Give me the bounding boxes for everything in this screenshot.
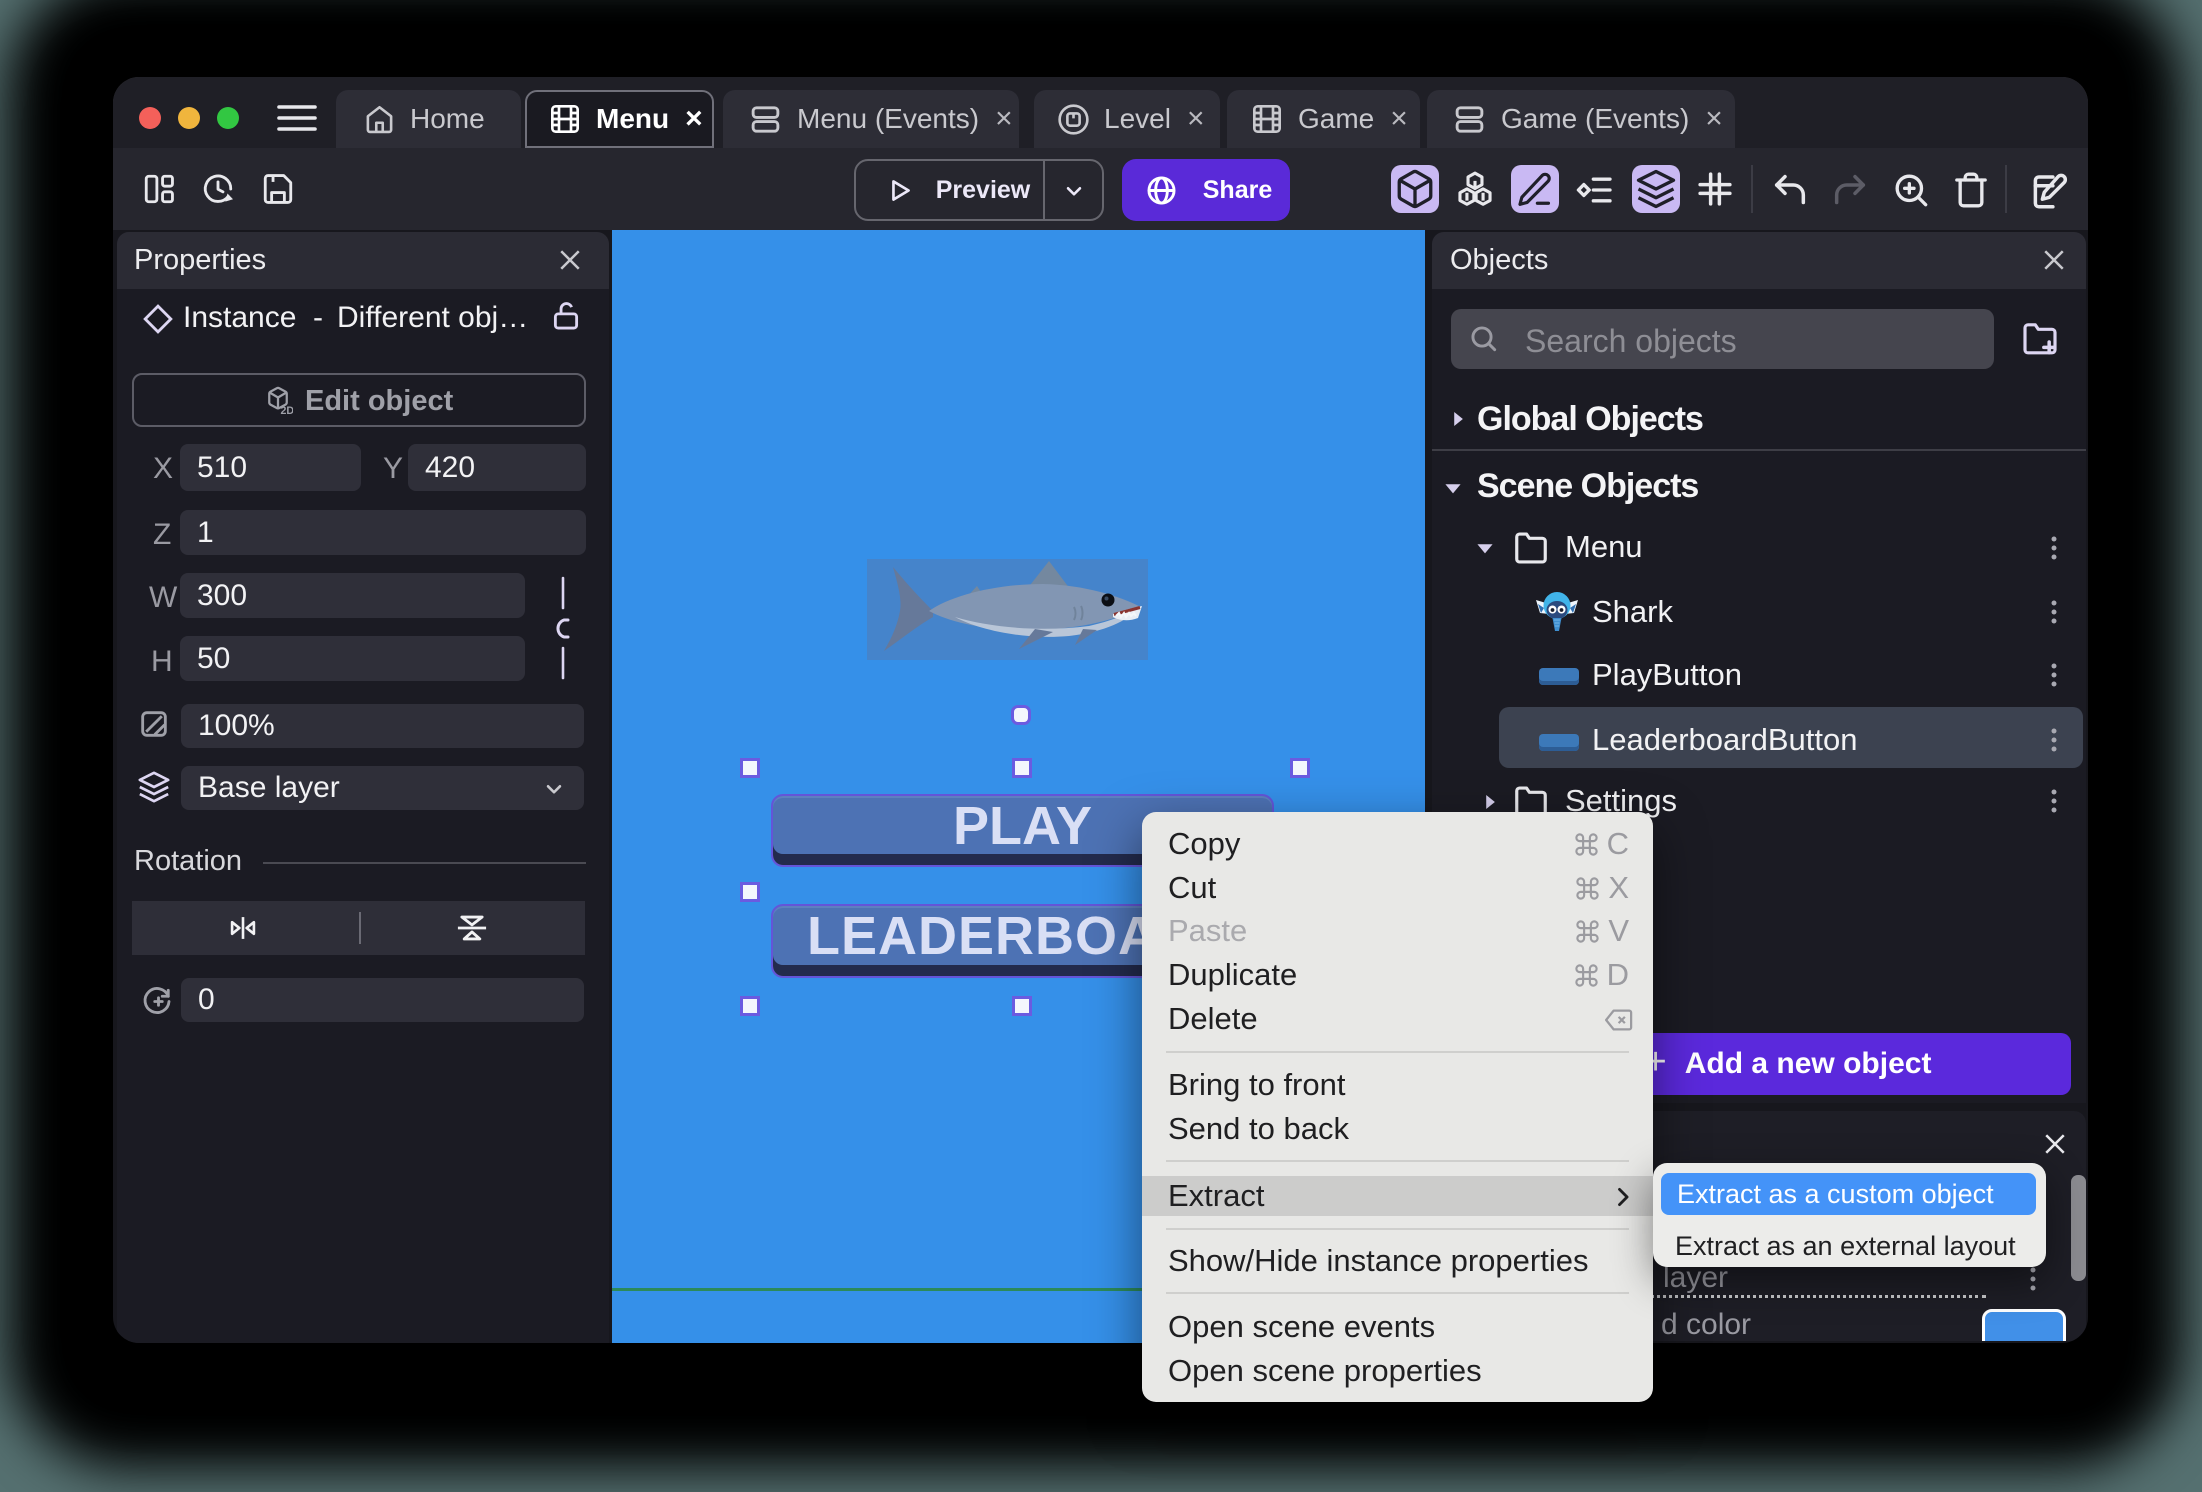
svg-text:2D: 2D bbox=[281, 405, 294, 415]
